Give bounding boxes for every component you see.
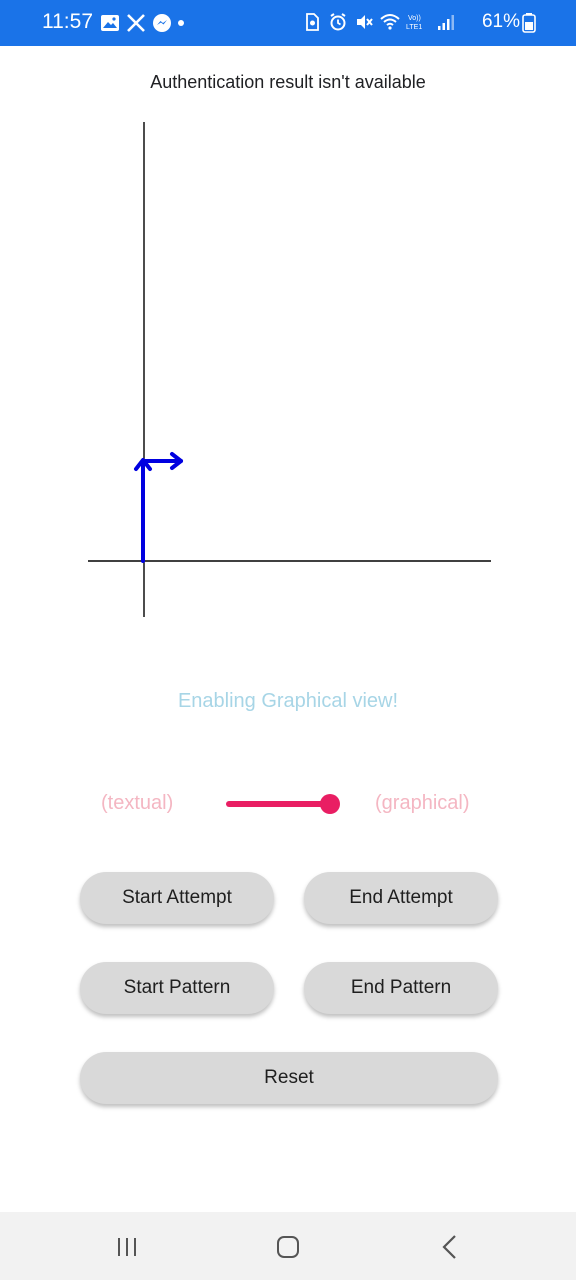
graphical-label: (graphical) bbox=[375, 792, 470, 814]
wifi-icon bbox=[380, 14, 400, 30]
start-pattern-button[interactable]: Start Pattern bbox=[80, 962, 274, 1014]
status-right-icons: Vo)) LTE1 bbox=[302, 12, 456, 32]
home-icon[interactable] bbox=[276, 1235, 300, 1259]
svg-text:Vo)): Vo)) bbox=[408, 15, 421, 22]
alarm-icon bbox=[330, 13, 346, 31]
view-toggle-row: (textual) (graphical) bbox=[0, 786, 576, 822]
system-nav-bar bbox=[0, 1212, 576, 1280]
svg-text:LTE1: LTE1 bbox=[406, 24, 422, 31]
auth-result-text: Authentication result isn't available bbox=[150, 72, 426, 92]
switch-thumb[interactable] bbox=[320, 794, 340, 814]
switch-track[interactable] bbox=[226, 801, 332, 807]
mute-icon bbox=[357, 15, 373, 29]
x-icon bbox=[127, 14, 145, 32]
textual-label: (textual) bbox=[101, 792, 174, 814]
gallery-icon bbox=[101, 15, 119, 31]
pattern-path bbox=[134, 452, 183, 563]
start-attempt-button[interactable]: Start Attempt bbox=[80, 872, 274, 924]
sim-icon bbox=[306, 13, 319, 31]
status-time: 11:57 bbox=[42, 10, 93, 33]
messenger-icon bbox=[153, 14, 171, 32]
status-bar: 11:57 Vo)) LTE1 61% bbox=[0, 0, 576, 46]
battery-percent: 61% bbox=[481, 11, 520, 32]
recent-apps-icon[interactable] bbox=[116, 1236, 138, 1258]
signal-icon bbox=[438, 15, 454, 30]
end-pattern-button[interactable]: End Pattern bbox=[304, 962, 498, 1014]
end-attempt-button[interactable]: End Attempt bbox=[304, 872, 498, 924]
reset-button[interactable]: Reset bbox=[80, 1052, 498, 1104]
battery-icon bbox=[522, 13, 536, 33]
mode-message: Enabling Graphical view! bbox=[177, 690, 399, 712]
back-icon[interactable] bbox=[440, 1234, 460, 1260]
volte-icon: Vo)) LTE1 bbox=[406, 15, 422, 31]
pattern-graph bbox=[88, 122, 491, 617]
dot-icon bbox=[178, 20, 184, 26]
status-left-icons bbox=[100, 13, 184, 33]
